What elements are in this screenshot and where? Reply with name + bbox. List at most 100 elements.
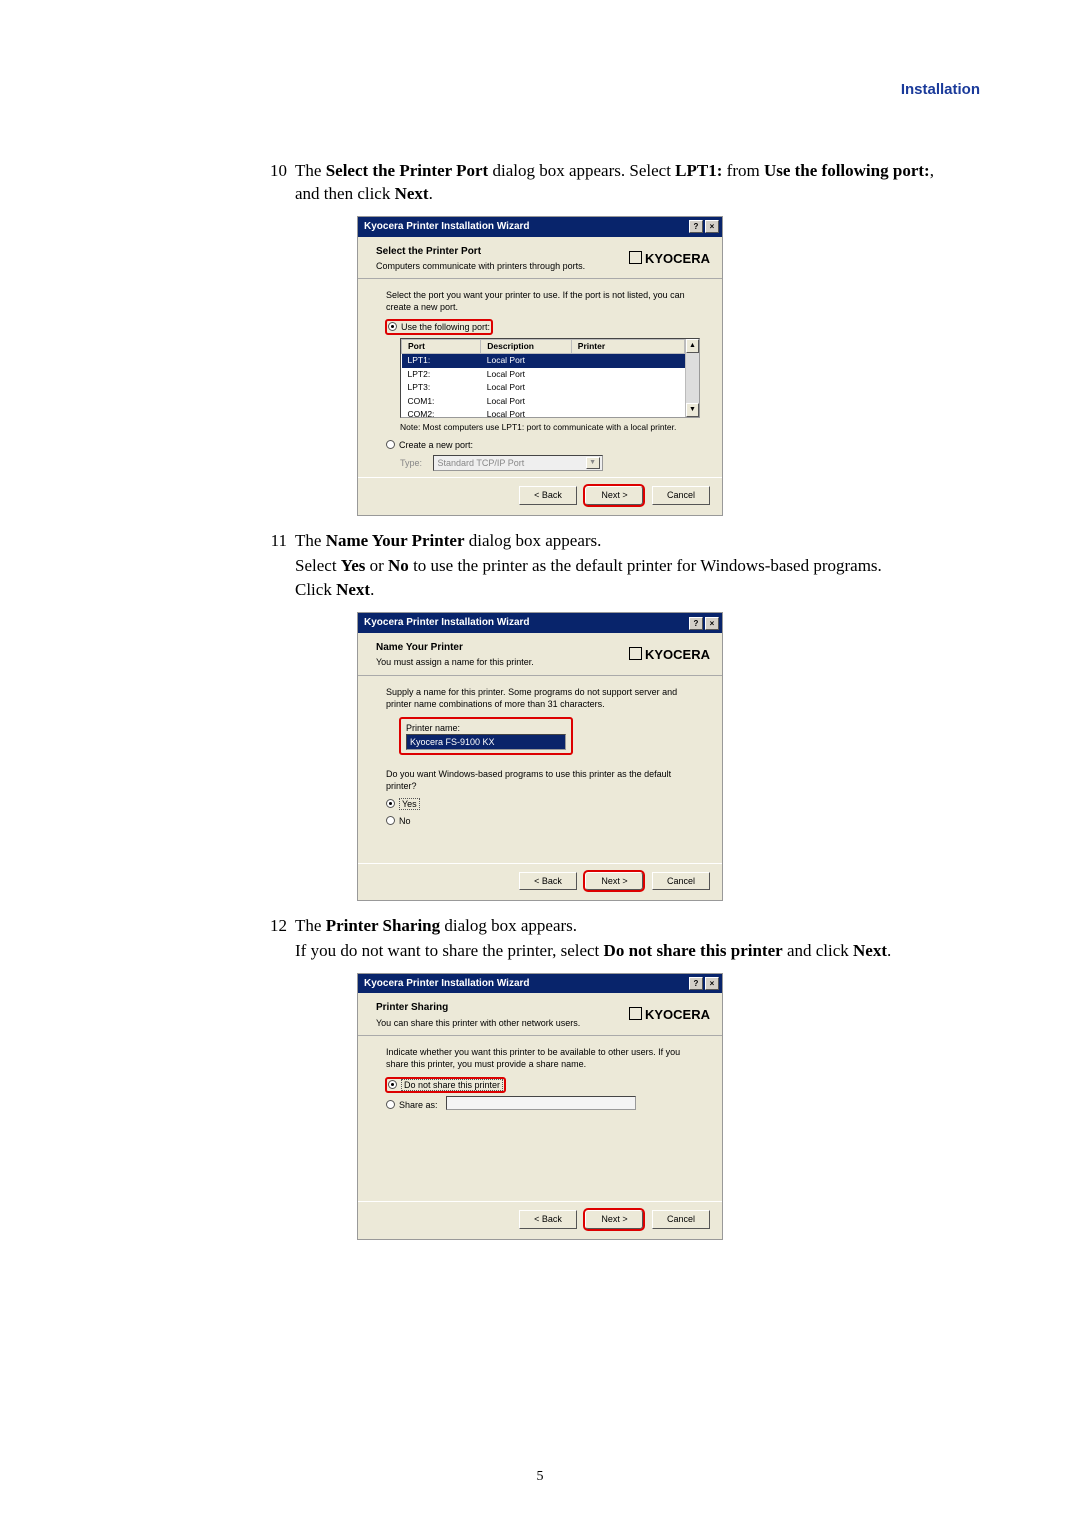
titlebar: Kyocera Printer Installation Wizard ? ×	[358, 613, 722, 633]
port-row[interactable]: COM1:Local Port	[402, 395, 685, 408]
printer-name-input[interactable]: Kyocera FS-9100 KX	[406, 734, 566, 750]
t: Yes	[341, 556, 366, 575]
port-listbox[interactable]: Port Description Printer LPT1:Local Port…	[400, 338, 700, 418]
yes-radio[interactable]: Yes	[386, 798, 700, 810]
port-row[interactable]: LPT3:Local Port	[402, 381, 685, 394]
titlebar-text: Kyocera Printer Installation Wizard	[364, 220, 530, 234]
radio-label: Use the following port:	[401, 322, 490, 332]
cell: LPT1:	[402, 354, 481, 368]
t: Do not share this printer	[604, 941, 783, 960]
intro-text: Supply a name for this printer. Some pro…	[386, 686, 700, 710]
close-button[interactable]: ×	[705, 617, 719, 630]
radio-icon	[388, 322, 397, 331]
cell	[571, 408, 684, 421]
cell: Local Port	[481, 408, 572, 421]
col-description[interactable]: Description	[481, 339, 572, 353]
scroll-up-icon[interactable]: ▲	[686, 339, 699, 353]
t: and click	[783, 941, 853, 960]
cell	[571, 381, 684, 394]
kyocera-logo: KYOCERA	[629, 250, 710, 268]
titlebar-text: Kyocera Printer Installation Wizard	[364, 616, 530, 630]
help-button[interactable]: ?	[689, 977, 703, 990]
share-name-input	[446, 1096, 636, 1110]
back-button[interactable]: < Back	[519, 486, 577, 504]
cell	[571, 354, 684, 368]
col-port[interactable]: Port	[402, 339, 481, 353]
t: Next	[395, 184, 429, 203]
t: .	[429, 184, 433, 203]
t: dialog box appears.	[465, 531, 602, 550]
radio-label: Create a new port:	[399, 440, 473, 450]
section-header: Installation	[100, 80, 980, 100]
cell: COM2:	[402, 408, 481, 421]
cancel-button[interactable]: Cancel	[652, 1210, 710, 1228]
back-button[interactable]: < Back	[519, 1210, 577, 1228]
dialog-title: Name Your Printer	[376, 641, 534, 655]
do-not-share-radio[interactable]: Do not share this printer	[386, 1078, 505, 1092]
titlebar: Kyocera Printer Installation Wizard ? ×	[358, 217, 722, 237]
t: Name Your Printer	[326, 531, 465, 550]
back-button[interactable]: < Back	[519, 872, 577, 890]
step-10: 10 The Select the Printer Port dialog bo…	[265, 160, 940, 206]
dialog-subtitle: Computers communicate with printers thro…	[376, 260, 585, 272]
default-printer-question: Do you want Windows-based programs to us…	[386, 768, 700, 792]
listbox-scrollbar[interactable]: ▲ ▼	[685, 339, 699, 417]
next-button[interactable]: Next >	[585, 486, 643, 504]
t: to use the printer as the default printe…	[409, 556, 882, 575]
step-12-body: The Printer Sharing dialog box appears. …	[295, 915, 940, 963]
kyocera-logo: KYOCERA	[629, 646, 710, 664]
col-printer[interactable]: Printer	[571, 339, 684, 353]
t: Select	[295, 556, 341, 575]
next-button[interactable]: Next >	[585, 872, 643, 890]
t: The	[295, 916, 326, 935]
type-label: Type:	[400, 458, 422, 468]
radio-label: Do not share this printer	[401, 1079, 503, 1091]
t: dialog box appears. Select	[488, 161, 675, 180]
radio-label: No	[399, 816, 411, 826]
step-10-body: The Select the Printer Port dialog box a…	[295, 160, 940, 206]
help-button[interactable]: ?	[689, 617, 703, 630]
close-button[interactable]: ×	[705, 977, 719, 990]
select-printer-port-dialog-figure: Kyocera Printer Installation Wizard ? × …	[357, 216, 723, 515]
cancel-button[interactable]: Cancel	[652, 486, 710, 504]
port-row[interactable]: LPT1:Local Port	[402, 354, 685, 368]
t: The	[295, 531, 326, 550]
scroll-down-icon[interactable]: ▼	[686, 403, 699, 417]
t: .	[887, 941, 891, 960]
use-following-port-radio[interactable]: Use the following port:	[386, 320, 492, 334]
close-button[interactable]: ×	[705, 220, 719, 233]
cell	[571, 368, 684, 381]
name-your-printer-dialog-figure: Kyocera Printer Installation Wizard ? × …	[357, 612, 723, 900]
cell: Local Port	[481, 381, 572, 394]
radio-icon	[386, 799, 395, 808]
create-new-port-radio[interactable]: Create a new port:	[386, 440, 473, 450]
step-11-body: The Name Your Printer dialog box appears…	[295, 530, 940, 603]
dialog-subtitle: You must assign a name for this printer.	[376, 656, 534, 668]
help-button[interactable]: ?	[689, 220, 703, 233]
titlebar-text: Kyocera Printer Installation Wizard	[364, 977, 530, 991]
radio-icon	[386, 1100, 395, 1109]
port-row[interactable]: COM2:Local Port	[402, 408, 685, 421]
dialog-title: Printer Sharing	[376, 1001, 580, 1015]
cancel-button[interactable]: Cancel	[652, 872, 710, 890]
titlebar: Kyocera Printer Installation Wizard ? ×	[358, 974, 722, 994]
t: Click	[295, 580, 336, 599]
printer-sharing-dialog-figure: Kyocera Printer Installation Wizard ? × …	[357, 973, 723, 1240]
dialog-title: Select the Printer Port	[376, 245, 585, 259]
printer-name-label: Printer name:	[406, 722, 566, 734]
radio-icon	[386, 816, 395, 825]
t: Use the following port:	[764, 161, 930, 180]
radio-label: Share as:	[399, 1100, 438, 1110]
t: Next	[853, 941, 887, 960]
step-12-number: 12	[265, 915, 295, 963]
no-radio[interactable]: No	[386, 815, 700, 827]
t: LPT1:	[675, 161, 722, 180]
cell: Local Port	[481, 354, 572, 368]
step-12: 12 The Printer Sharing dialog box appear…	[265, 915, 940, 963]
note-text: Note: Most computers use LPT1: port to c…	[400, 422, 700, 433]
share-as-radio[interactable]: Share as:	[386, 1096, 700, 1111]
next-button[interactable]: Next >	[585, 1210, 643, 1228]
port-row[interactable]: LPT2:Local Port	[402, 368, 685, 381]
t: The	[295, 161, 326, 180]
step-11: 11 The Name Your Printer dialog box appe…	[265, 530, 940, 603]
